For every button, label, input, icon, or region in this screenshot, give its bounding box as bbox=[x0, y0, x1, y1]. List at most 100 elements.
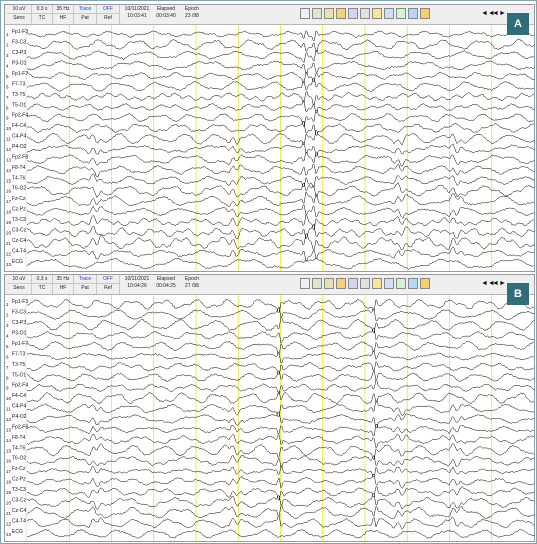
marker-icon[interactable] bbox=[348, 278, 358, 289]
channel-label[interactable]: C3-P3 bbox=[12, 320, 26, 326]
waveform-icon[interactable] bbox=[312, 278, 322, 289]
channel-label[interactable]: C3-P3 bbox=[12, 50, 26, 56]
channel-label[interactable]: Fp2-F8 bbox=[12, 424, 28, 430]
channel-number: 5 bbox=[6, 344, 9, 349]
video-icon[interactable] bbox=[408, 278, 418, 289]
channel-label[interactable]: F7-T3 bbox=[12, 351, 26, 357]
channel-label[interactable]: T3-C3 bbox=[12, 217, 26, 223]
print-icon[interactable] bbox=[360, 8, 370, 19]
channel-label[interactable]: F3-C3 bbox=[12, 40, 26, 46]
filter-icon[interactable] bbox=[336, 8, 346, 19]
channel-number: 21 bbox=[6, 511, 12, 516]
channel-label[interactable]: T3-C3 bbox=[12, 487, 26, 493]
video-icon[interactable] bbox=[408, 8, 418, 19]
next-epoch-button[interactable]: ► bbox=[499, 9, 506, 18]
time-constant-control[interactable]: 0.3 s TC bbox=[32, 5, 53, 24]
print-icon[interactable] bbox=[360, 278, 370, 289]
channel-number: 7 bbox=[6, 365, 9, 370]
channel-label[interactable]: Cz-C4 bbox=[12, 508, 26, 514]
zoom-icon[interactable] bbox=[372, 8, 382, 19]
channel-label[interactable]: C4-P4 bbox=[12, 134, 26, 140]
channel-label[interactable]: ECG bbox=[12, 259, 23, 265]
channel-label[interactable]: Fp2-F8 bbox=[12, 154, 28, 160]
sensitivity-control[interactable]: 10 uV Sens bbox=[7, 275, 32, 294]
channel-label[interactable]: F8-T4 bbox=[12, 435, 26, 441]
prev-epoch-button[interactable]: ◄ bbox=[492, 9, 499, 18]
time-constant-label: TC bbox=[38, 15, 46, 21]
settings-icon[interactable] bbox=[420, 8, 430, 19]
channel-label[interactable]: P4-O2 bbox=[12, 414, 27, 420]
channel-label[interactable]: Fz-Cz bbox=[12, 466, 26, 472]
channel-number: 7 bbox=[6, 95, 9, 100]
channel-label[interactable]: F7-T3 bbox=[12, 81, 26, 87]
channel-label[interactable]: C4-P4 bbox=[12, 404, 26, 410]
channel-label[interactable]: Fp1-F7 bbox=[12, 71, 28, 77]
channel-label[interactable]: Fz-Cz bbox=[12, 196, 26, 202]
channel-number: 14 bbox=[6, 168, 12, 173]
channel-label[interactable]: T4-T6 bbox=[12, 175, 26, 181]
montage-icon[interactable] bbox=[324, 278, 334, 289]
cursor-icon[interactable] bbox=[300, 278, 310, 289]
next-epoch-button[interactable]: ► bbox=[499, 279, 506, 288]
waveform-icon[interactable] bbox=[312, 8, 322, 19]
pattern-control[interactable]: Trace Pat bbox=[74, 5, 97, 24]
channel-label[interactable]: C3-Cz bbox=[12, 227, 27, 233]
elapsed-label: Elapsed bbox=[156, 6, 176, 12]
channel-label[interactable]: C4-T4 bbox=[12, 518, 26, 524]
cursor-icon[interactable] bbox=[300, 8, 310, 19]
zoom-icon[interactable] bbox=[372, 278, 382, 289]
time-constant-control[interactable]: 0.3 s TC bbox=[32, 275, 53, 294]
channel-number: 22 bbox=[6, 521, 12, 526]
channel-label[interactable]: T4-T6 bbox=[12, 445, 26, 451]
channel-label[interactable]: F8-T4 bbox=[12, 165, 26, 171]
channel-label[interactable]: ECG bbox=[12, 529, 23, 535]
recording-time: 10:04:26 bbox=[127, 283, 147, 289]
channel-label[interactable]: Cz-Pz bbox=[12, 207, 26, 213]
filter-icon[interactable] bbox=[336, 278, 346, 289]
search-icon[interactable] bbox=[384, 8, 394, 19]
reference-control[interactable]: OFF Ref bbox=[97, 275, 120, 294]
channel-label[interactable]: Fp1-F7 bbox=[12, 341, 28, 347]
channel-number: 20 bbox=[6, 230, 12, 235]
channel-label[interactable]: Cz-C4 bbox=[12, 238, 26, 244]
channel-label[interactable]: F4-C4 bbox=[12, 393, 26, 399]
marker-icon[interactable] bbox=[348, 8, 358, 19]
pattern-label: Pat bbox=[81, 15, 89, 21]
pattern-control[interactable]: Trace Pat bbox=[74, 275, 97, 294]
channel-label[interactable]: P3-O1 bbox=[12, 61, 27, 67]
channel-label[interactable]: Fp1-F3 bbox=[12, 29, 28, 35]
sensitivity-control[interactable]: 10 uV Sens bbox=[7, 5, 32, 24]
channel-label[interactable]: T3-T5 bbox=[12, 362, 26, 368]
elapsed-value: 00:03:40 bbox=[156, 13, 176, 19]
channel-label[interactable]: Fp2-F4 bbox=[12, 383, 28, 389]
channel-label[interactable]: P4-O2 bbox=[12, 144, 27, 150]
high-filter-control[interactable]: 35 Hz HF bbox=[53, 275, 74, 294]
high-filter-control[interactable]: 35 Hz HF bbox=[53, 5, 74, 24]
channel-label[interactable]: T5-O1 bbox=[12, 372, 26, 378]
channel-label[interactable]: F4-C4 bbox=[12, 123, 26, 129]
prev-epoch-button[interactable]: ◄ bbox=[492, 279, 499, 288]
settings-icon[interactable] bbox=[420, 278, 430, 289]
annotation-icon[interactable] bbox=[396, 278, 406, 289]
epoch-label: Epoch bbox=[184, 6, 200, 12]
channel-label[interactable]: C4-T4 bbox=[12, 248, 26, 254]
reference-control[interactable]: OFF Ref bbox=[97, 5, 120, 24]
channel-number: 2 bbox=[6, 313, 9, 318]
channel-label[interactable]: P3-O1 bbox=[12, 331, 27, 337]
annotation-icon[interactable] bbox=[396, 8, 406, 19]
channel-number: 13 bbox=[6, 157, 12, 162]
channel-number: 5 bbox=[6, 74, 9, 79]
channel-label[interactable]: T6-O2 bbox=[12, 186, 26, 192]
channel-label[interactable]: Cz-Pz bbox=[12, 477, 26, 483]
channel-label[interactable]: T5-O1 bbox=[12, 102, 26, 108]
channel-label[interactable]: Fp1-F3 bbox=[12, 299, 28, 305]
montage-icon[interactable] bbox=[324, 8, 334, 19]
channel-label[interactable]: F3-C3 bbox=[12, 310, 26, 316]
epoch-value: 23 /98 bbox=[185, 13, 199, 19]
channel-label[interactable]: C3-Cz bbox=[12, 497, 27, 503]
channel-label[interactable]: T3-T5 bbox=[12, 92, 26, 98]
search-icon[interactable] bbox=[384, 278, 394, 289]
channel-number: 17 bbox=[6, 199, 12, 204]
channel-label[interactable]: T6-O2 bbox=[12, 456, 26, 462]
channel-label[interactable]: Fp2-F4 bbox=[12, 113, 28, 119]
